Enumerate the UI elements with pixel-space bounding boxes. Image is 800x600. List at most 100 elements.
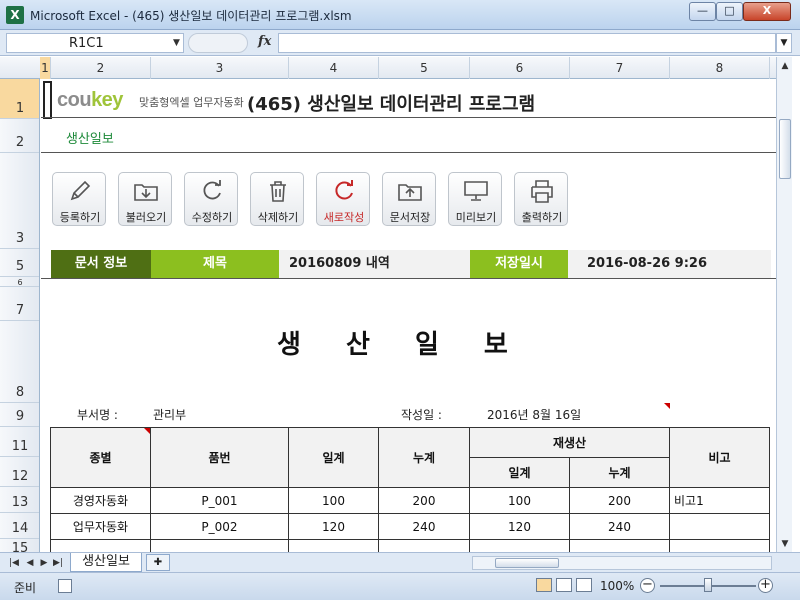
- insert-sheet-icon[interactable]: ✚: [146, 554, 170, 571]
- column-header-cell[interactable]: 1: [40, 57, 51, 79]
- saved-date-label: 저장일시: [470, 250, 568, 278]
- close-button[interactable]: X: [743, 2, 791, 21]
- delete-button[interactable]: 삭제하기: [250, 172, 304, 226]
- comment-indicator[interactable]: [664, 403, 670, 409]
- cell-part-no[interactable]: P_001: [150, 487, 289, 514]
- header-re-daily[interactable]: 일계: [469, 457, 570, 488]
- excel-app-icon[interactable]: X: [6, 6, 24, 24]
- row-header-cell[interactable]: 15: [0, 539, 39, 552]
- cell-re-daily[interactable]: 120: [469, 513, 570, 540]
- formula-cancel-enter[interactable]: [188, 33, 248, 53]
- page-layout-view-icon[interactable]: [556, 578, 572, 592]
- cell-cumulative[interactable]: 240: [378, 513, 470, 540]
- formula-expand-icon[interactable]: ▼: [776, 33, 792, 53]
- zoom-level[interactable]: 100%: [600, 579, 634, 593]
- cell-type[interactable]: 경영자동화: [50, 487, 151, 514]
- minimize-button[interactable]: —: [689, 2, 716, 21]
- preview-button[interactable]: 미리보기: [448, 172, 502, 226]
- zoom-in-icon[interactable]: +: [758, 578, 773, 593]
- cell-re-daily[interactable]: 100: [469, 487, 570, 514]
- row-header-cell[interactable]: 3: [0, 153, 39, 249]
- row-header-cell[interactable]: 8: [0, 321, 39, 403]
- normal-view-icon[interactable]: [536, 578, 552, 592]
- name-box[interactable]: R1C1 ▼: [6, 33, 184, 53]
- formula-input[interactable]: [278, 33, 776, 53]
- header-cumulative[interactable]: 누계: [378, 427, 470, 488]
- row-header-cell[interactable]: 12: [0, 457, 39, 487]
- column-header-cell[interactable]: 5: [379, 57, 470, 79]
- cell-daily[interactable]: 120: [288, 513, 379, 540]
- title-value[interactable]: 20160809 내역: [289, 250, 390, 278]
- empty-cell[interactable]: [669, 539, 770, 552]
- department-value[interactable]: 관리부: [153, 406, 186, 423]
- vertical-scroll-thumb[interactable]: [779, 119, 791, 179]
- delete-button-label: 삭제하기: [257, 211, 299, 224]
- horizontal-scrollbar[interactable]: [472, 556, 772, 570]
- first-sheet-icon[interactable]: |◀: [8, 556, 20, 570]
- zoom-out-icon[interactable]: −: [640, 578, 655, 593]
- cell-daily[interactable]: 100: [288, 487, 379, 514]
- empty-cell[interactable]: [378, 539, 470, 552]
- register-button[interactable]: 등록하기: [52, 172, 106, 226]
- row-header-cell[interactable]: 14: [0, 513, 39, 539]
- cell-note[interactable]: [669, 513, 770, 540]
- next-sheet-icon[interactable]: ▶: [38, 556, 50, 570]
- name-box-dropdown-icon[interactable]: ▼: [173, 38, 180, 48]
- header-type[interactable]: 종별: [50, 427, 151, 488]
- insert-function-icon[interactable]: fx: [258, 34, 271, 49]
- cell-type[interactable]: 업무자동화: [50, 513, 151, 540]
- last-sheet-icon[interactable]: ▶|: [52, 556, 64, 570]
- row-header-cell[interactable]: 11: [0, 427, 39, 457]
- header-note[interactable]: 비고: [669, 427, 770, 488]
- scroll-up-icon[interactable]: ▲: [777, 61, 793, 71]
- empty-cell[interactable]: [469, 539, 570, 552]
- page-break-view-icon[interactable]: [576, 578, 592, 592]
- row-header-cell[interactable]: 7: [0, 287, 39, 321]
- worksheet[interactable]: coukey 맞춤형엑셀 업무자동화 (465) 생산일보 데이터관리 프로그램…: [41, 79, 776, 552]
- vertical-scrollbar[interactable]: ▲ ▼: [776, 57, 792, 552]
- load-button[interactable]: 불러오기: [118, 172, 172, 226]
- cell-re-cumulative[interactable]: 200: [569, 487, 670, 514]
- column-header-cell[interactable]: 3: [151, 57, 289, 79]
- cell-re-cumulative[interactable]: 240: [569, 513, 670, 540]
- zoom-slider-thumb[interactable]: [704, 578, 712, 592]
- header-re-cumulative[interactable]: 누계: [569, 457, 670, 488]
- column-header-cell[interactable]: 4: [289, 57, 379, 79]
- row-header-cell[interactable]: 9: [0, 403, 39, 427]
- column-header-cell[interactable]: 8: [670, 57, 770, 79]
- row-header-cell[interactable]: 13: [0, 487, 39, 513]
- written-date-value[interactable]: 2016년 8월 16일: [487, 406, 581, 423]
- row-header-cell[interactable]: 2: [0, 119, 39, 153]
- header-daily[interactable]: 일계: [288, 427, 379, 488]
- row-header-cell[interactable]: 1: [0, 79, 39, 119]
- header-reproduction[interactable]: 재생산: [469, 427, 670, 458]
- saved-date-value[interactable]: 2016-08-26 9:26: [587, 250, 707, 278]
- save-document-button[interactable]: 문서저장: [382, 172, 436, 226]
- folder-download-icon: [134, 184, 158, 201]
- new-document-button[interactable]: 새로작성: [316, 172, 370, 226]
- row-number: 15: [11, 541, 29, 552]
- row-header-cell[interactable]: 6: [0, 277, 39, 287]
- row-header-cell[interactable]: 5: [0, 249, 39, 277]
- cell-cumulative[interactable]: 200: [378, 487, 470, 514]
- active-cell-cursor[interactable]: [43, 81, 52, 119]
- maximize-button[interactable]: □: [716, 2, 743, 21]
- horizontal-scroll-thumb[interactable]: [495, 558, 559, 568]
- column-header-cell[interactable]: 6: [470, 57, 570, 79]
- empty-cell[interactable]: [288, 539, 379, 552]
- sheet-tab-production[interactable]: 생산일보: [70, 553, 142, 572]
- header-part-no[interactable]: 품번: [150, 427, 289, 488]
- column-header-cell[interactable]: 2: [51, 57, 151, 79]
- column-header-cell[interactable]: 7: [570, 57, 670, 79]
- empty-cell[interactable]: [50, 539, 151, 552]
- cell-note[interactable]: 비고1: [669, 487, 770, 514]
- prev-sheet-icon[interactable]: ◀: [24, 556, 36, 570]
- print-button[interactable]: 출력하기: [514, 172, 568, 226]
- comment-indicator[interactable]: [144, 428, 150, 434]
- macro-record-icon[interactable]: [58, 579, 72, 593]
- empty-cell[interactable]: [569, 539, 670, 552]
- cell-part-no[interactable]: P_002: [150, 513, 289, 540]
- scroll-down-icon[interactable]: ▼: [777, 539, 793, 549]
- modify-button[interactable]: 수정하기: [184, 172, 238, 226]
- empty-cell[interactable]: [150, 539, 289, 552]
